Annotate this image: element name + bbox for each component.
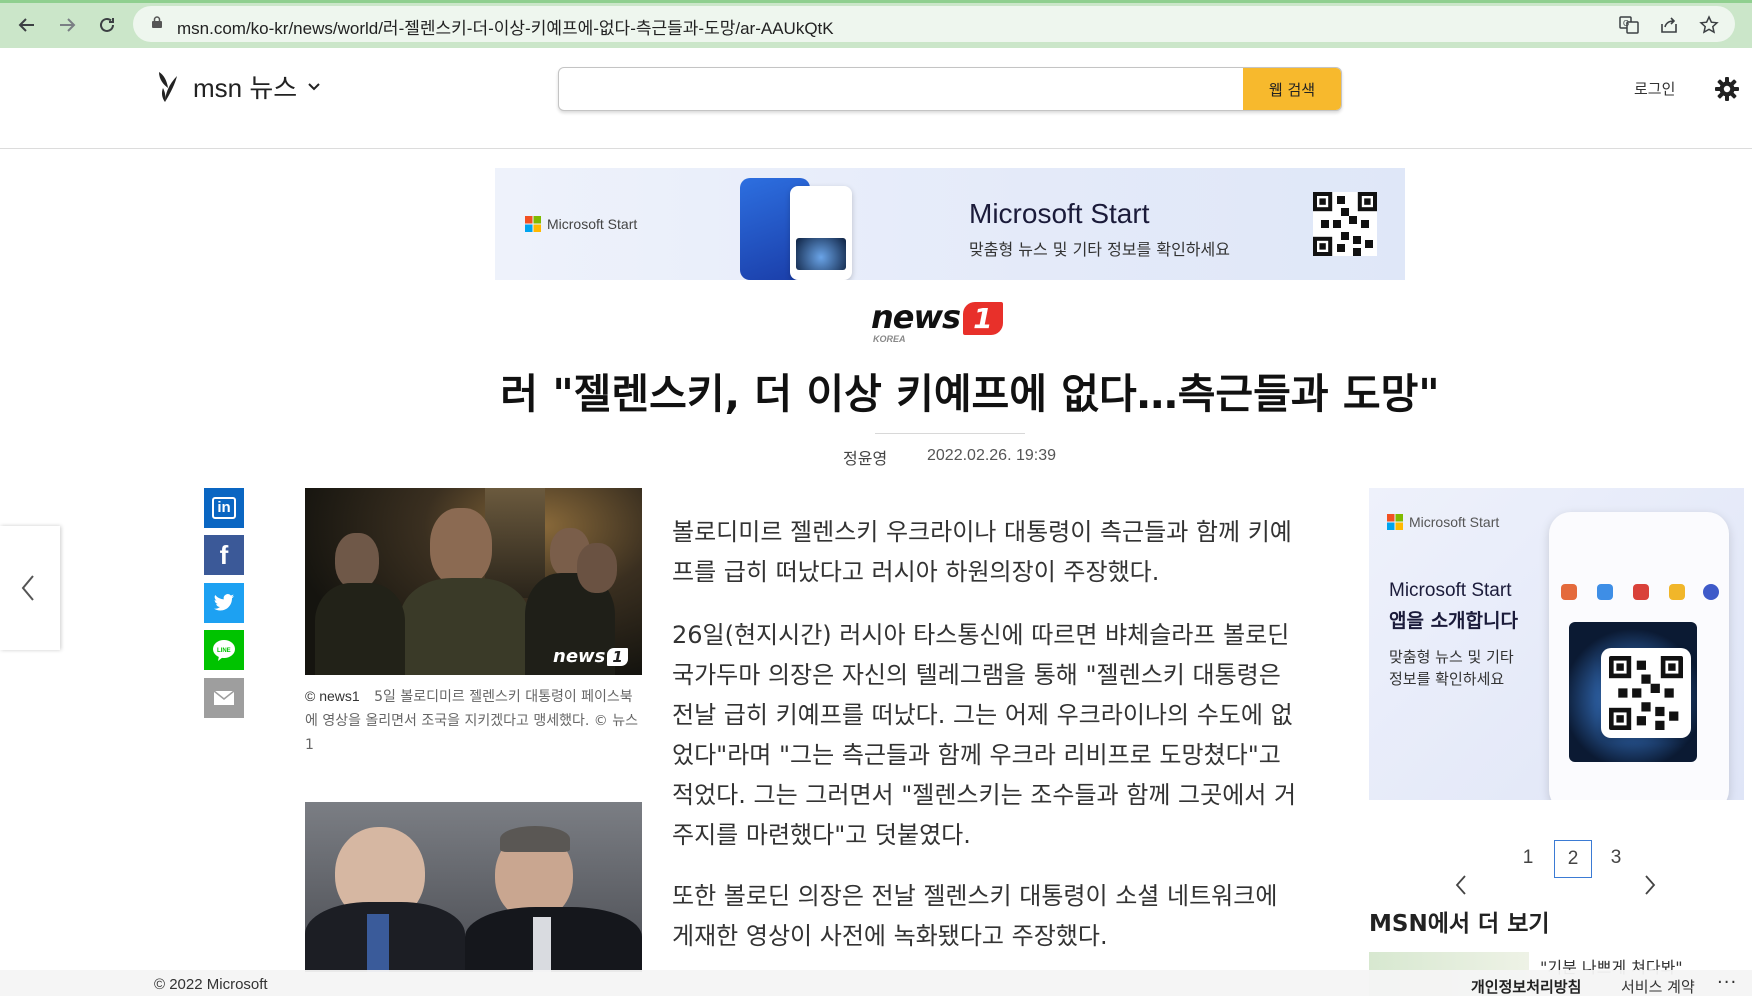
image-caption: © news1 5일 볼로디미르 젤렌스키 대통령이 페이스북에 영상을 올리면…	[305, 684, 645, 757]
microsoft-logo-icon	[525, 216, 541, 232]
watermark-number: 1	[607, 648, 628, 666]
article-paragraph: 또한 볼로딘 의장은 전날 젤렌스키 대통령이 소셜 네트워크에 게재한 영상이…	[672, 882, 1278, 950]
pager-page-3[interactable]: 3	[1598, 840, 1634, 876]
right-ad-sub-1: 맞춤형 뉴스 및 기타	[1389, 648, 1514, 666]
search-box: 웹 검색	[558, 67, 1342, 111]
article-title: 러 "젤렌스키, 더 이상 키예프에 없다…측근들과 도망"	[500, 370, 1440, 418]
right-ad-brand-text: Microsoft Start	[1409, 514, 1500, 530]
email-envelope-icon	[213, 690, 235, 705]
share-icon[interactable]	[1658, 14, 1680, 36]
gear-icon[interactable]	[1714, 76, 1740, 102]
zelensky-video-photo[interactable]: news 1	[305, 488, 642, 675]
url-text[interactable]: msn.com/ko-kr/news/world/러-젤렌스키-더-이상-키예프…	[177, 14, 834, 39]
qr-code-icon	[1601, 648, 1691, 738]
msn-butterfly-icon	[159, 71, 177, 102]
line-share-button[interactable]: LINE	[204, 630, 244, 670]
twitter-share-button[interactable]	[204, 583, 244, 623]
right-ad-headline-2: 앱을 소개합니다	[1389, 610, 1518, 632]
email-share-button[interactable]	[204, 678, 244, 718]
linkedin-share-button[interactable]: in	[204, 488, 244, 528]
svg-text:G: G	[1623, 19, 1629, 28]
right-ad-headline-1: Microsoft Start	[1389, 580, 1512, 601]
footer-copyright: © 2022 Microsoft	[154, 976, 268, 993]
watermark-text: news	[553, 646, 606, 667]
ms-start-brand: Microsoft Start	[525, 216, 637, 232]
footer-terms-link[interactable]: 서비스 계약	[1621, 976, 1695, 997]
chevron-left-icon[interactable]	[20, 574, 36, 602]
tab-strip-edge	[0, 0, 1752, 3]
banner-brand-text: Microsoft Start	[547, 216, 638, 232]
twitter-bird-icon	[213, 594, 235, 611]
pager-page-2-active[interactable]: 2	[1554, 840, 1592, 878]
previous-article-panel[interactable]	[0, 526, 60, 650]
msn-logo[interactable]: msn 뉴스	[155, 68, 321, 105]
news1-publisher-logo[interactable]: news 1 KOREA	[871, 298, 1003, 344]
microsoft-start-app-ad[interactable]: Microsoft Start Microsoft Start 앱을 소개합니다…	[1369, 488, 1744, 800]
russian-officials-photo[interactable]	[305, 802, 642, 972]
reload-icon[interactable]	[92, 10, 122, 40]
pager-page-1[interactable]: 1	[1510, 840, 1546, 876]
news1-watermark: news 1	[553, 646, 628, 667]
search-input[interactable]	[559, 68, 1251, 108]
microsoft-start-banner-ad[interactable]: Microsoft Start Microsoft Start 맞춤형 뉴스 및…	[495, 168, 1405, 280]
forward-arrow-icon[interactable]	[52, 10, 82, 40]
msn-brand-text: msn 뉴스	[193, 73, 298, 103]
web-search-button[interactable]: 웹 검색	[1243, 68, 1341, 110]
right-ad-brand: Microsoft Start	[1387, 514, 1499, 530]
back-arrow-icon[interactable]	[12, 10, 42, 40]
qr-code-icon	[1313, 192, 1377, 256]
linkedin-icon: in	[212, 497, 236, 519]
login-link[interactable]: 로그인	[1634, 78, 1675, 99]
article-paragraph: 볼로디미르 젤렌스키 우크라이나 대통령이 측근들과 함께 키예프를 급히 떠났…	[672, 518, 1292, 586]
bookmark-star-icon[interactable]	[1698, 14, 1720, 36]
banner-headline: Microsoft Start	[969, 198, 1150, 229]
more-on-msn-heading: MSN에서 더 보기	[1369, 911, 1550, 937]
footer-privacy-link[interactable]: 개인정보처리방침	[1471, 976, 1581, 997]
line-messenger-icon: LINE	[213, 640, 235, 661]
chevron-right-icon[interactable]	[1643, 874, 1657, 896]
article-paragraph: 26일(현지시간) 러시아 타스통신에 따르면 뱌체슬라프 볼로딘 국가두마 의…	[672, 621, 1297, 849]
caption-source: © news1	[305, 688, 360, 704]
phone-screen-graphic	[790, 186, 852, 280]
svg-text:LINE: LINE	[217, 648, 231, 654]
lock-icon[interactable]	[152, 16, 162, 28]
chevron-down-icon[interactable]	[307, 82, 321, 92]
publisher-number-badge: 1	[963, 302, 1003, 335]
banner-subline: 맞춤형 뉴스 및 기타 정보를 확인하세요	[969, 240, 1230, 259]
facebook-icon: f	[219, 539, 229, 570]
chevron-left-icon[interactable]	[1454, 874, 1468, 896]
footer-more-button[interactable]: ···	[1717, 972, 1737, 993]
article-author[interactable]: 정윤영	[843, 445, 887, 469]
microsoft-logo-icon	[1387, 514, 1403, 530]
translate-icon[interactable]: G	[1618, 14, 1640, 36]
publisher-name: news	[871, 298, 961, 336]
facebook-share-button[interactable]: f	[204, 535, 244, 575]
article-date: 2022.02.26. 19:39	[927, 447, 1057, 464]
byline-divider	[875, 433, 1025, 434]
right-ad-sub-2: 정보를 확인하세요	[1389, 670, 1505, 688]
